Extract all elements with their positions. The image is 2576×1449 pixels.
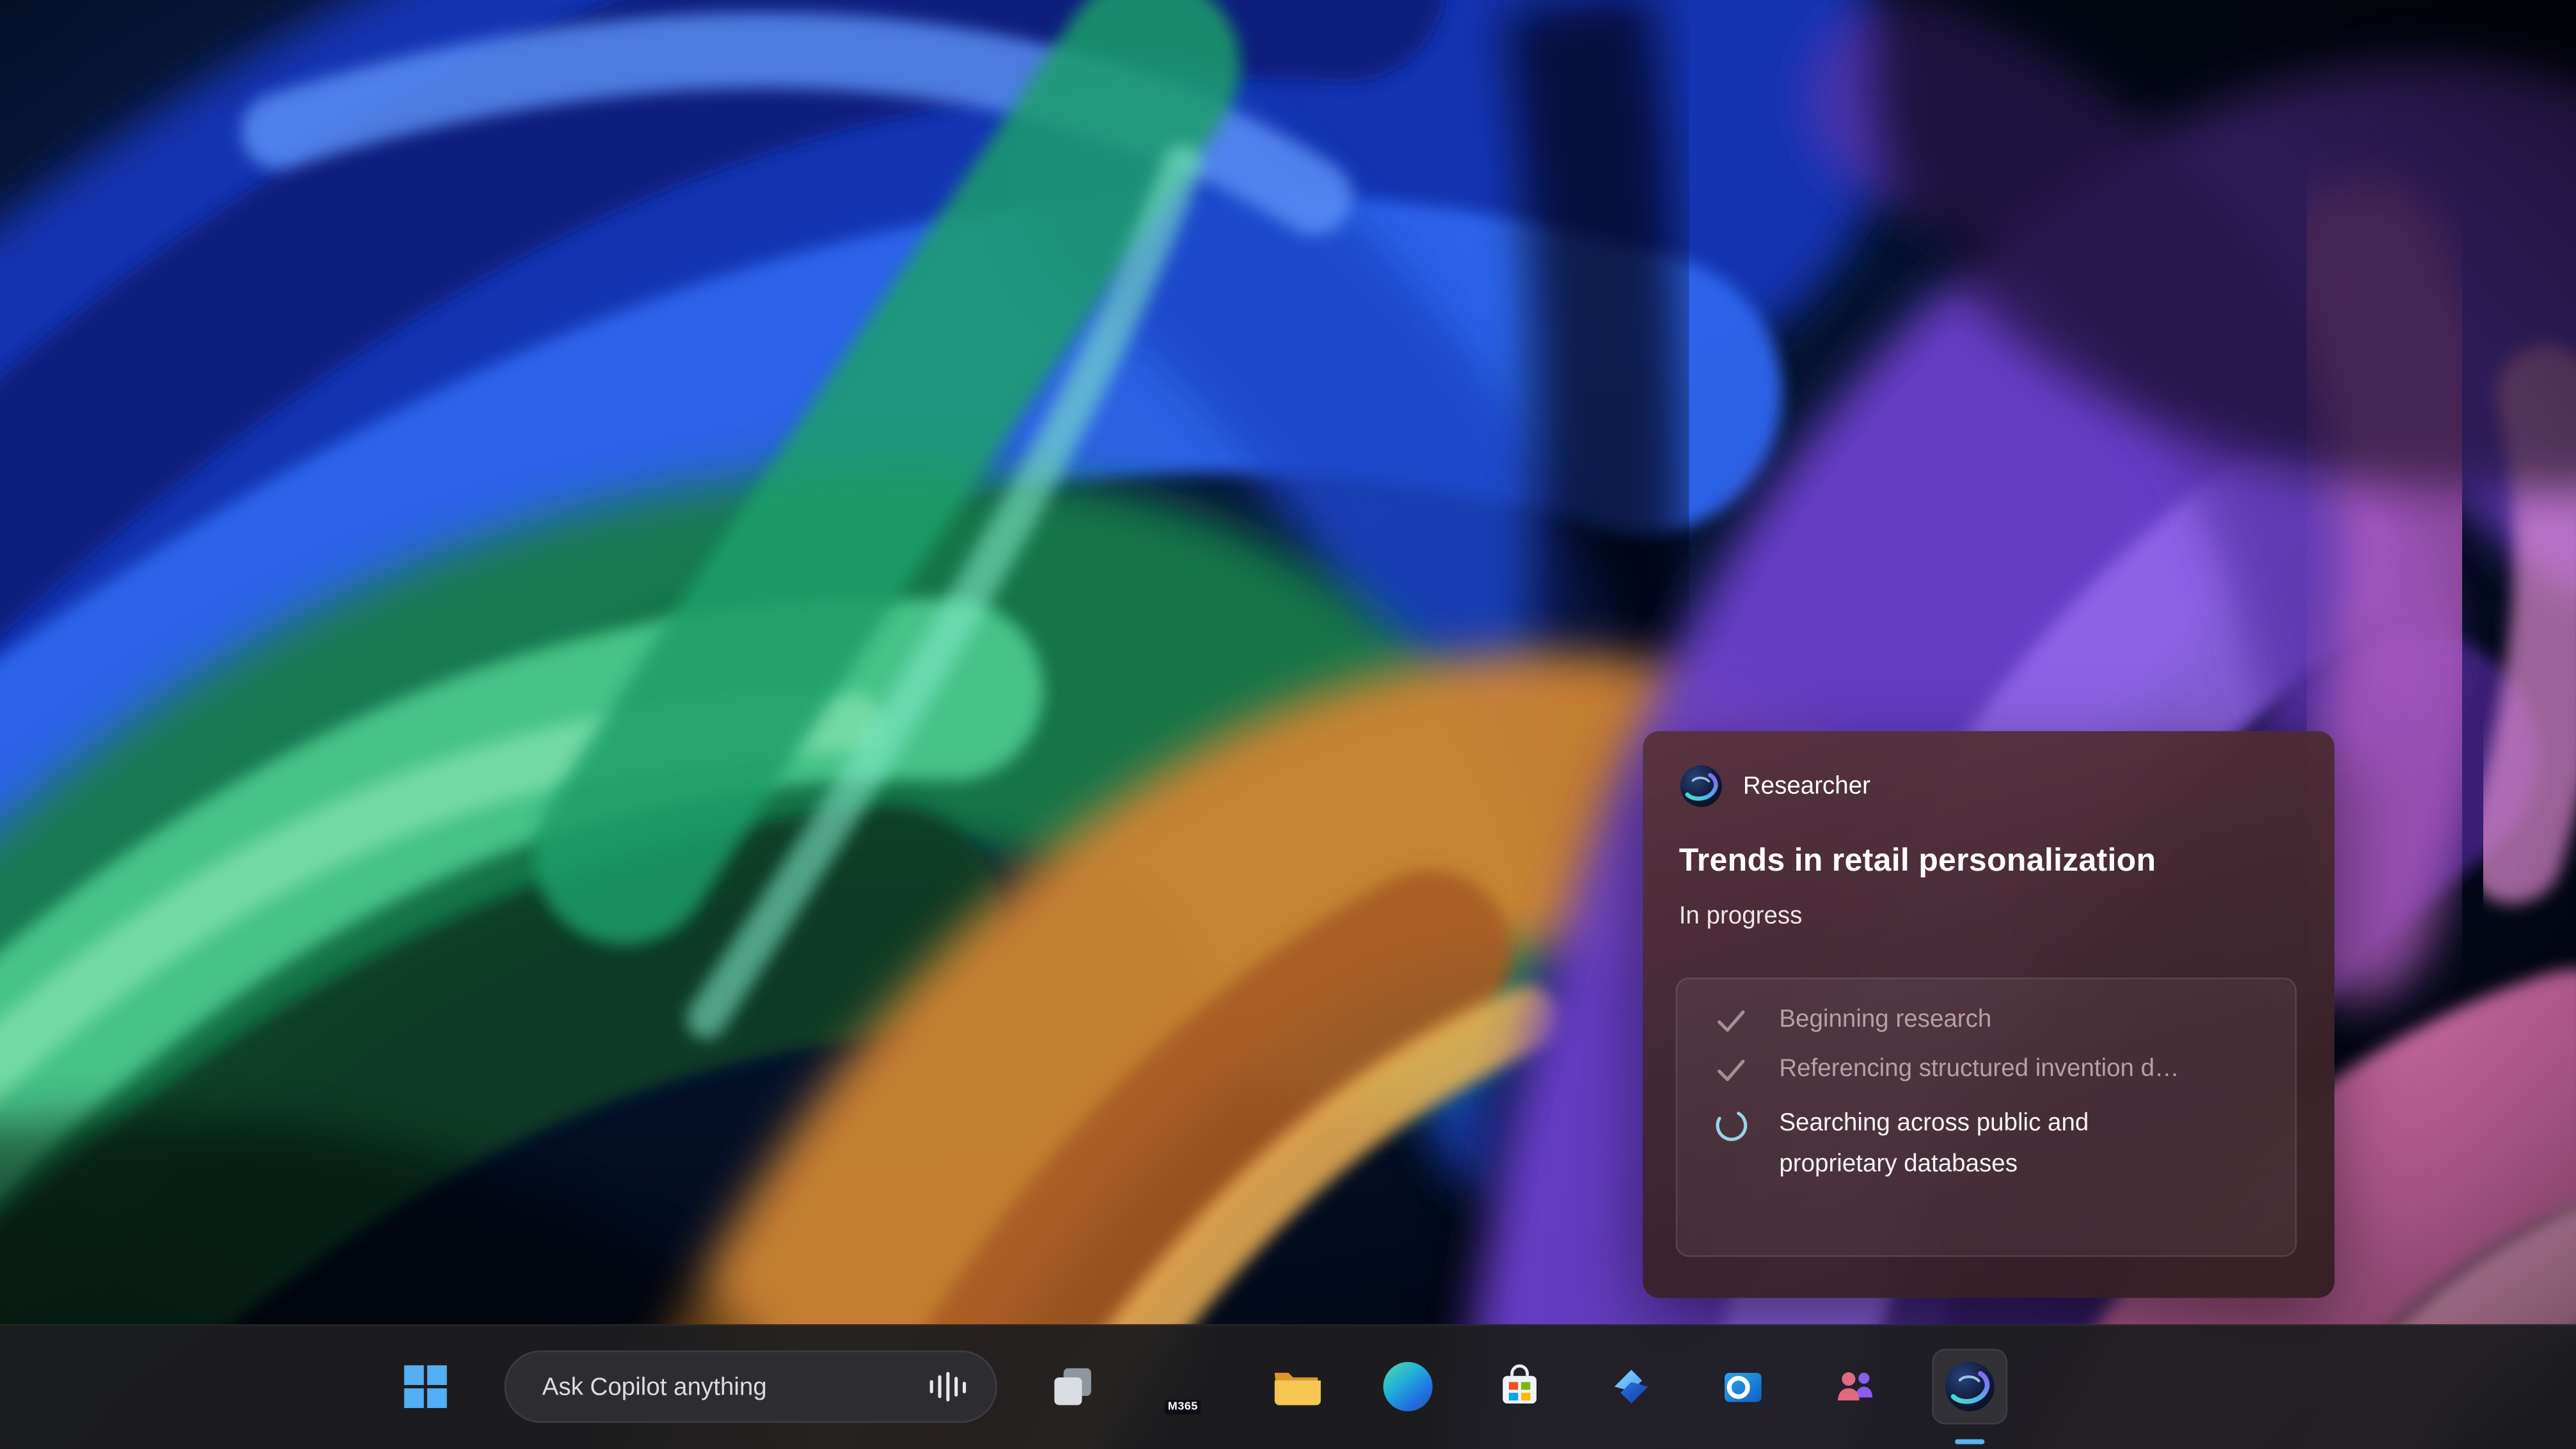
- file-explorer-button[interactable]: [1263, 1354, 1329, 1420]
- researcher-progress-card[interactable]: Researcher Trends in retail personalizat…: [1643, 731, 2334, 1298]
- step-label: Beginning research: [1779, 1006, 1991, 1034]
- step-row-in-progress: Searching across public and proprietary …: [1714, 1104, 2266, 1186]
- m365-badge: M365: [1164, 1400, 1201, 1414]
- researcher-logo-icon: [1679, 764, 1723, 808]
- teams-people-icon: [1832, 1364, 1878, 1410]
- research-status: In progress: [1679, 902, 2298, 930]
- researcher-icon: [1943, 1360, 1996, 1413]
- m365-copilot-icon: M365: [1158, 1362, 1208, 1411]
- m365-copilot-button[interactable]: M365: [1150, 1354, 1216, 1420]
- folder-icon: [1272, 1365, 1321, 1408]
- step-row-complete: Referencing structured invention d…: [1714, 1055, 2266, 1083]
- search-input[interactable]: [506, 1373, 929, 1401]
- step-label: Searching across public and proprietary …: [1779, 1104, 2173, 1186]
- outlook-icon: [1720, 1364, 1766, 1410]
- windows-start-icon: [404, 1365, 447, 1408]
- teams-button[interactable]: [1822, 1354, 1888, 1420]
- research-title: Trends in retail personalization: [1679, 843, 2298, 880]
- card-header: Researcher: [1679, 764, 2298, 808]
- research-steps-panel: Beginning research Referencing structure…: [1676, 978, 2297, 1257]
- researcher-taskbar-button[interactable]: [1932, 1349, 2007, 1424]
- step-row-complete: Beginning research: [1714, 1006, 2266, 1034]
- check-icon: [1714, 1058, 1750, 1083]
- microsoft-store-button[interactable]: [1487, 1354, 1553, 1420]
- spinner-icon: [1714, 1107, 1750, 1144]
- edge-icon: [1383, 1362, 1432, 1411]
- voice-waveform-icon[interactable]: [929, 1372, 966, 1401]
- task-view-icon: [1050, 1364, 1096, 1410]
- copilot-button[interactable]: [1599, 1354, 1664, 1420]
- start-button[interactable]: [393, 1354, 459, 1420]
- active-app-indicator: [1955, 1438, 1984, 1444]
- step-label: Referencing structured invention d…: [1779, 1055, 2179, 1083]
- task-view-button[interactable]: [1040, 1354, 1106, 1420]
- store-icon: [1497, 1364, 1543, 1410]
- check-icon: [1714, 1009, 1750, 1034]
- edge-button[interactable]: [1375, 1354, 1441, 1420]
- copilot-ribbon-icon: [1608, 1364, 1654, 1410]
- outlook-button[interactable]: [1710, 1354, 1776, 1420]
- taskbar: M365: [0, 1324, 2576, 1449]
- desktop: Researcher Trends in retail personalizat…: [0, 0, 2576, 1449]
- researcher-app-name: Researcher: [1743, 772, 1870, 800]
- copilot-search-box[interactable]: [504, 1350, 997, 1423]
